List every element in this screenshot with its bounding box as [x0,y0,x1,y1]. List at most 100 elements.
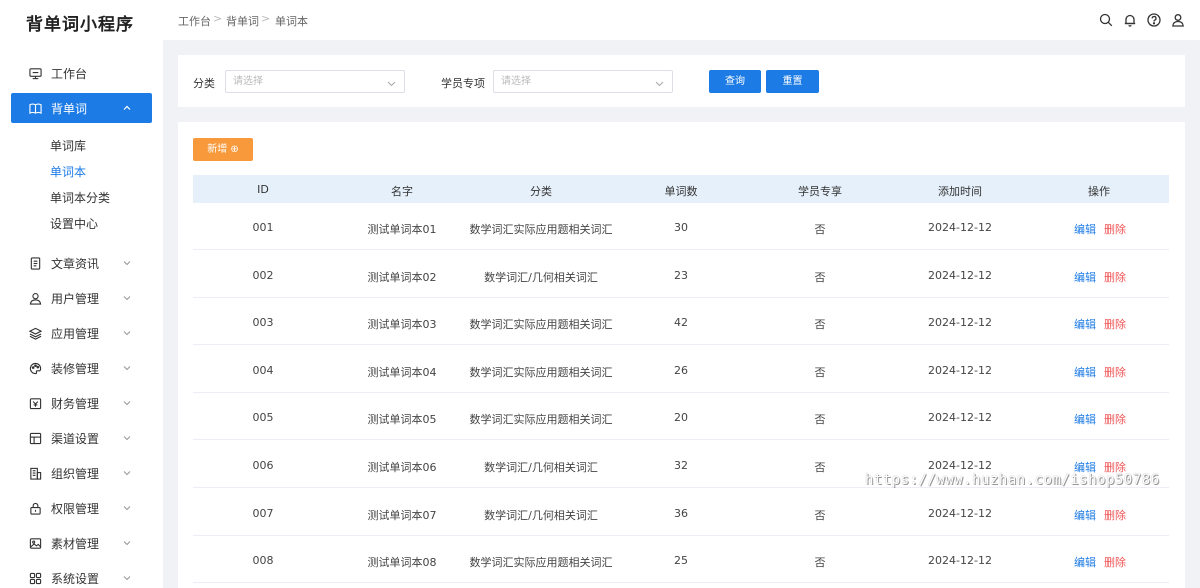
delete-link[interactable]: 删除 [1104,554,1126,570]
cell-name: 测试单词本05 [367,413,437,427]
column-header-category: 分类 [530,185,552,198]
sidebar-subitem-settings-center[interactable]: 设置中心 [50,215,98,232]
student-select[interactable]: 请选择 [493,70,673,93]
sidebar-item-permissions[interactable]: 权限管理 [11,493,152,523]
chevron-down-icon [122,432,134,444]
chevron-up-icon [122,102,134,114]
chevron-down-icon [654,76,665,87]
delete-link[interactable]: 删除 [1104,364,1126,380]
column-header-added: 添加时间 [938,185,982,198]
chevron-down-icon [122,327,134,339]
column-header-exclusive: 学员专享 [798,185,842,198]
cell-count: 26 [674,363,688,377]
watermark: https://www.huzhan.com/ishop50786 [865,472,1160,488]
breadcrumb-current: 单词本 [275,15,308,28]
sidebar-item-users[interactable]: 用户管理 [11,283,152,313]
delete-link[interactable]: 删除 [1104,507,1126,523]
palette-icon [28,361,42,375]
table-row: 008 测试单词本08 数学词汇实际应用题相关词汇 25 否 2024-12-12 编辑 删除 [193,536,1169,584]
edit-link[interactable]: 编辑 [1074,507,1096,523]
category-select[interactable]: 请选择 [225,70,405,93]
reset-button[interactable]: 重置 [766,70,819,93]
cell-exclusive: 否 [814,365,826,379]
cell-id: 008 [252,554,274,568]
sidebar-item-apps[interactable]: 应用管理 [11,318,152,348]
document-icon [28,256,42,270]
chevron-down-icon [122,397,134,409]
sidebar-item-organization[interactable]: 组织管理 [11,458,152,488]
sidebar-subitem-wordbook-category[interactable]: 单词本分类 [50,189,110,206]
sidebar-item-finance[interactable]: 财务管理 [11,388,152,418]
table-row: 003 测试单词本03 数学词汇实际应用题相关词汇 42 否 2024-12-12 编辑 删除 [193,298,1169,346]
wallet-icon [28,396,42,410]
filter-panel: 分类 请选择 学员专项 请选择 查询 重置 [178,55,1185,107]
sidebar-item-articles[interactable]: 文章资讯 [11,248,152,278]
breadcrumb-separator: > [213,12,223,25]
user-icon[interactable] [1171,12,1185,27]
table-row: 007 测试单词本07 数学词汇/几何相关词汇 36 否 2024-12-12 编辑 删除 [193,489,1169,536]
delete-link[interactable]: 删除 [1104,221,1126,237]
sidebar-subitem-word-library[interactable]: 单词库 [50,137,86,154]
cell-added: 2024-12-12 [928,411,992,425]
table-row: 002 测试单词本02 数学词汇/几何相关词汇 23 否 2024-12-12 编辑 删除 [193,251,1169,298]
chevron-down-icon [122,502,134,514]
cell-name: 测试单词本08 [367,556,437,570]
app-title: 背单词小程序 [26,15,134,35]
cell-exclusive: 否 [814,270,826,284]
sidebar-item-workbench[interactable]: 工作台 [11,58,152,88]
edit-link[interactable]: 编辑 [1074,221,1096,237]
edit-link[interactable]: 编辑 [1074,316,1096,332]
edit-link[interactable]: 编辑 [1074,411,1096,427]
cell-added: 2024-12-12 [928,221,992,234]
cell-added: 2024-12-12 [928,459,992,472]
cell-count: 20 [674,411,688,425]
cell-count: 32 [674,459,688,472]
breadcrumb-workbench[interactable]: 工作台 [178,13,211,29]
sidebar-item-channels[interactable]: 渠道设置 [11,423,152,453]
cell-category: 数学词汇实际应用题相关词汇 [469,223,613,236]
sidebar-item-label: 工作台 [51,66,88,81]
cell-exclusive: 否 [814,508,826,522]
monitor-icon [28,66,42,80]
cell-added: 2024-12-12 [928,506,992,520]
apps-icon [28,571,42,585]
cell-category: 数学词汇实际应用题相关词汇 [469,318,613,332]
cell-category: 数学词汇实际应用题相关词汇 [469,365,613,379]
bell-icon[interactable] [1123,12,1137,27]
sidebar-item-decoration[interactable]: 装修管理 [11,353,152,383]
category-filter-label: 分类 [193,77,215,90]
sidebar-item-system[interactable]: 系统设置 [11,563,152,588]
sidebar-item-label: 权限管理 [51,501,100,516]
add-button[interactable]: 新增 ⊕ [193,138,253,161]
cell-name: 测试单词本03 [367,318,437,332]
table-row: 005 测试单词本05 数学词汇实际应用题相关词汇 20 否 2024-12-12 编辑 删除 [193,393,1169,441]
cell-exclusive: 否 [814,461,826,474]
cell-id: 002 [252,268,274,282]
chevron-down-icon [122,362,134,374]
chevron-down-icon [122,292,134,304]
search-icon[interactable] [1099,12,1113,27]
breadcrumb-separator: > [261,12,271,25]
query-button[interactable]: 查询 [709,70,761,93]
edit-link[interactable]: 编辑 [1074,554,1096,570]
table-header: ID 名字 分类 单词数 学员专享 添加时间 操作 [193,175,1169,203]
table-row: 001 测试单词本01 数学词汇实际应用题相关词汇 30 否 2024-12-12 编辑 删除 [193,203,1169,250]
breadcrumb-vocabulary[interactable]: 背单词 [226,13,259,29]
cell-category: 数学词汇实际应用题相关词汇 [469,413,613,427]
edit-link[interactable]: 编辑 [1074,364,1096,380]
cell-count: 25 [674,554,688,568]
cell-count: 36 [674,506,688,520]
sidebar-item-vocabulary[interactable]: 背单词 [11,93,152,123]
delete-link[interactable]: 删除 [1104,411,1126,427]
cell-added: 2024-12-12 [928,268,992,282]
help-icon[interactable] [1147,12,1161,27]
cell-id: 001 [252,221,274,234]
sidebar-item-materials[interactable]: 素材管理 [11,528,152,558]
sidebar-subitem-wordbook[interactable]: 单词本 [50,163,86,180]
sidebar-item-label: 文章资讯 [51,256,100,271]
delete-link[interactable]: 删除 [1104,269,1126,285]
column-header-id: ID [257,183,269,196]
edit-link[interactable]: 编辑 [1074,269,1096,285]
delete-link[interactable]: 删除 [1104,316,1126,332]
building-icon [28,466,42,480]
